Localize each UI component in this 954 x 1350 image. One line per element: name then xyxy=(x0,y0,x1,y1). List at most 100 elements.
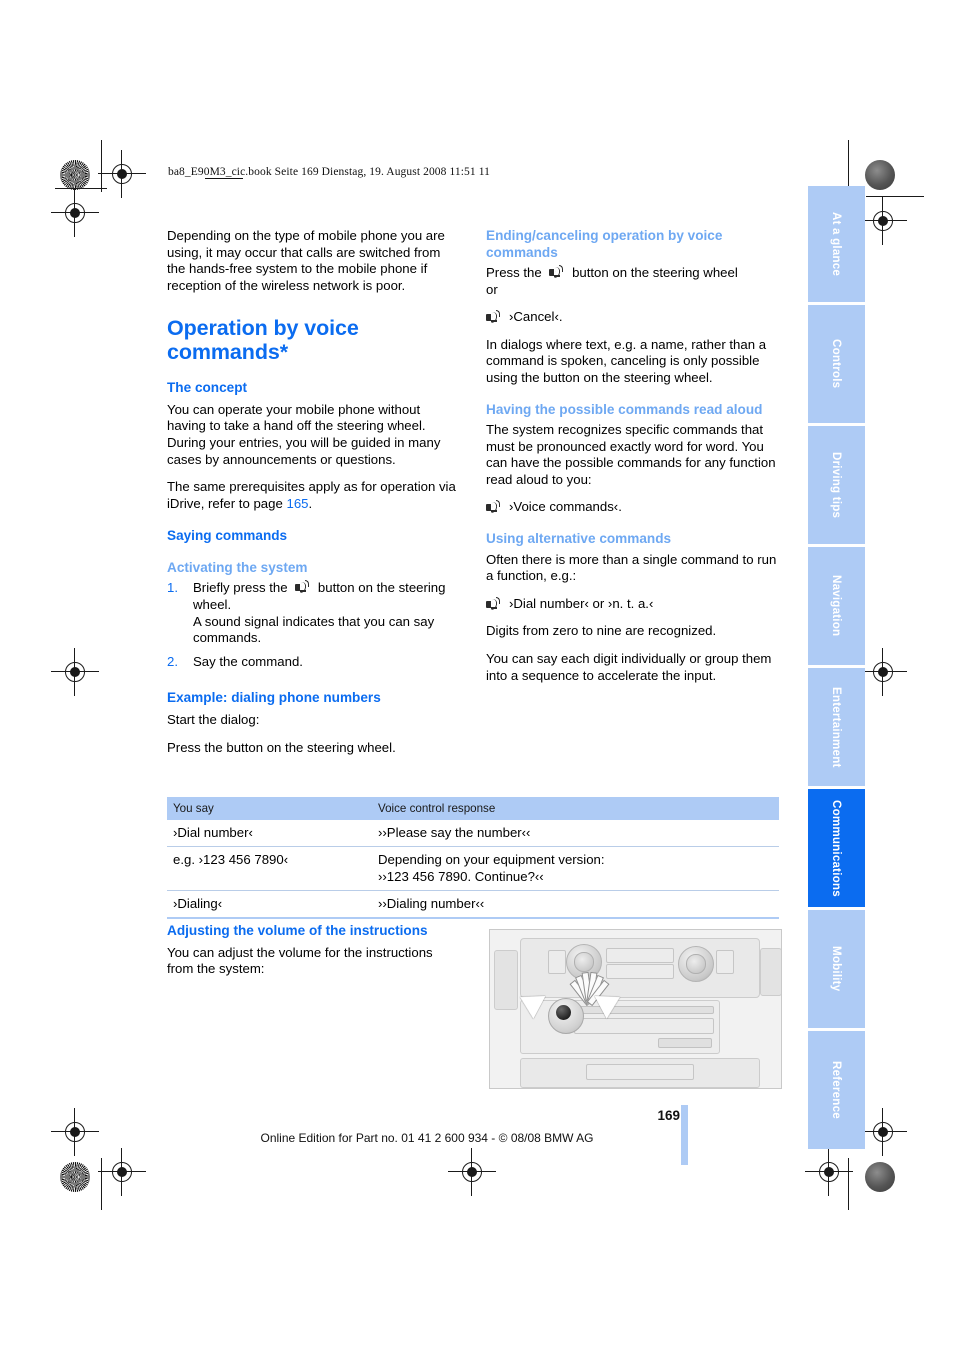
tab-label: Navigation xyxy=(830,575,843,637)
sidebar-item-controls[interactable]: Controls xyxy=(808,305,865,423)
registration-mark-left-middle xyxy=(51,648,99,696)
registration-mark-bottom-right xyxy=(859,1108,907,1156)
registration-mark-right-middle xyxy=(859,648,907,696)
ending-paragraph-1: Press the button on the steering wheel o… xyxy=(486,265,779,298)
alternative-paragraph-3: You can say each digit individually or g… xyxy=(486,650,772,683)
table-cell-response: Depending on your equipment version: ››1… xyxy=(372,846,779,891)
example-paragraph-1: Start the dialog: xyxy=(167,711,260,727)
voice-command-cancel-text: ›Cancel‹. xyxy=(509,309,563,325)
tab-label: At a glance xyxy=(830,211,843,277)
registration-mark-bottom-center xyxy=(448,1148,496,1196)
footer-edition-line: Online Edition for Part no. 01 41 2 600 … xyxy=(260,1131,594,1145)
table-cell-response-line2: ››123 456 7890. Continue?‹‹ xyxy=(378,869,544,884)
heading-read-aloud: Having the possible commands read aloud xyxy=(486,401,763,417)
ending-or: or xyxy=(486,281,498,297)
table-cell-response: ››Please say the number‹‹ xyxy=(372,820,779,847)
console-upper-buttons-right xyxy=(716,950,734,974)
sidebar-item-communications[interactable]: Communications xyxy=(808,789,865,907)
heading-activating-the-system: Activating the system xyxy=(167,559,308,575)
concept-paragraph-1: You can operate your mobile phone withou… xyxy=(167,401,441,467)
heading-alternative-commands: Using alternative commands xyxy=(486,531,672,547)
table-cell-you-say: ›Dialing‹ xyxy=(167,890,372,919)
sidebar-item-at-a-glance[interactable]: At a glance xyxy=(808,186,865,302)
alternative-paragraph-2: Digits from zero to nine are recognized. xyxy=(486,623,717,639)
tab-label: Controls xyxy=(830,339,843,389)
table-row: e.g. ›123 456 7890‹ Depending on your eq… xyxy=(167,846,779,891)
voice-command-icon xyxy=(486,310,501,324)
print-rosette-top-right xyxy=(865,160,895,190)
page-number: 169 xyxy=(657,1108,680,1123)
concept-paragraph-2: The same prerequisites apply as for oper… xyxy=(167,479,460,512)
example-paragraph-2: Press the button on the steering wheel. xyxy=(167,739,396,755)
header-rule xyxy=(205,178,243,179)
volume-section: Adjusting the volume of the instructions… xyxy=(167,923,460,989)
step1-text-before: Briefly press the xyxy=(193,580,288,596)
voice-command-row-voice-commands: ›Voice commands‹. xyxy=(486,499,779,516)
crop-line-right-vertical xyxy=(848,140,849,192)
table-cell-you-say: e.g. ›123 456 7890‹ xyxy=(167,846,372,891)
volume-paragraph-1: You can adjust the volume for the instru… xyxy=(167,944,433,977)
tab-label: Mobility xyxy=(830,946,843,992)
crop-line-top-right xyxy=(866,196,924,197)
table-cell-response-line1: Depending on your equipment version: xyxy=(378,852,605,867)
crop-line-bottom-right-vertical xyxy=(848,1158,849,1210)
registration-mark-bottom-right-inner xyxy=(805,1148,853,1196)
table-column-header-you-say: You say xyxy=(167,797,372,820)
volume-knob xyxy=(548,998,584,1034)
voice-command-icon xyxy=(486,500,501,514)
registration-mark-top-left xyxy=(98,150,146,198)
print-rosette-bottom-left xyxy=(60,1162,90,1192)
step1-note: A sound signal indicates that you can sa… xyxy=(193,613,435,646)
table-column-header-response: Voice control response xyxy=(372,797,779,820)
step-number: 1. xyxy=(167,580,178,596)
ending-paragraph-2: In dialogs where text, e.g. a name, rath… xyxy=(486,336,767,385)
voice-command-voicecommands-text: ›Voice commands‹. xyxy=(509,499,622,515)
voice-command-icon xyxy=(486,596,501,611)
table-row: ›Dialing‹ ››Dialing number‹‹ xyxy=(167,890,779,919)
sidebar-item-reference[interactable]: Reference xyxy=(808,1031,865,1149)
print-rosette-top-left xyxy=(60,160,90,190)
ending-text-before: Press the xyxy=(486,265,542,280)
activation-steps-list: 1. Briefly press the button on the steer… xyxy=(167,580,460,670)
heading-the-concept: The concept xyxy=(167,380,248,396)
step-number: 2. xyxy=(167,653,178,669)
table-row: ›Dial number‹ ››Please say the number‹‹ xyxy=(167,820,779,847)
voice-command-row-dial-number: ›Dial number‹ or ›n. t. a.‹ xyxy=(486,596,779,613)
sidebar-item-navigation[interactable]: Navigation xyxy=(808,547,865,665)
console-right-vent xyxy=(760,948,781,996)
tab-label: Entertainment xyxy=(830,686,843,768)
print-rosette-bottom-right xyxy=(865,1162,895,1192)
table-cell-response: ››Dialing number‹‹ xyxy=(372,890,779,919)
intro-paragraph: Depending on the type of mobile phone yo… xyxy=(167,228,445,293)
sidebar-item-entertainment[interactable]: Entertainment xyxy=(808,668,865,786)
registration-mark-bottom-left xyxy=(51,1108,99,1156)
voice-command-icon xyxy=(295,580,310,594)
console-climate-buttons xyxy=(586,1064,694,1080)
heading-ending-canceling: Ending/canceling operation by voice comm… xyxy=(486,228,723,260)
voice-command-dialnumber-text: ›Dial number‹ or ›n. t. a.‹ xyxy=(509,595,654,611)
page-reference-link[interactable]: 165 xyxy=(286,496,308,511)
registration-mark-bottom-left-inner xyxy=(98,1148,146,1196)
registration-mark-left-upper xyxy=(51,189,99,237)
console-left-vent xyxy=(494,950,518,1010)
console-right-knob xyxy=(678,946,714,982)
step2-text: Say the command. xyxy=(193,653,303,669)
console-upper-buttons-center xyxy=(606,948,674,963)
ending-text-after: button on the steering wheel xyxy=(572,265,738,280)
readaloud-paragraph-1: The system recognizes specific commands … xyxy=(486,422,776,487)
left-column: Depending on the type of mobile phone yo… xyxy=(167,228,460,767)
voice-command-icon xyxy=(549,265,564,279)
section-tab-strip: At a glance Controls Driving tips Naviga… xyxy=(808,186,865,1152)
heading-example-dialing: Example: dialing phone numbers xyxy=(167,690,381,706)
crop-line-top-left xyxy=(55,188,107,189)
sidebar-item-driving-tips[interactable]: Driving tips xyxy=(808,426,865,544)
table-header-row: You say Voice control response xyxy=(167,797,779,820)
crop-line-bottom-left-vertical xyxy=(101,1158,102,1210)
registration-mark-right-upper xyxy=(859,197,907,245)
heading-saying-commands: Saying commands xyxy=(167,528,288,544)
sidebar-item-mobility[interactable]: Mobility xyxy=(808,910,865,1028)
file-header-text: ba8_E90M3_cic.book Seite 169 Dienstag, 1… xyxy=(168,166,490,178)
tab-label: Driving tips xyxy=(830,451,843,519)
tab-label: Communications xyxy=(830,799,843,897)
voice-command-row-cancel: ›Cancel‹. xyxy=(486,309,779,326)
